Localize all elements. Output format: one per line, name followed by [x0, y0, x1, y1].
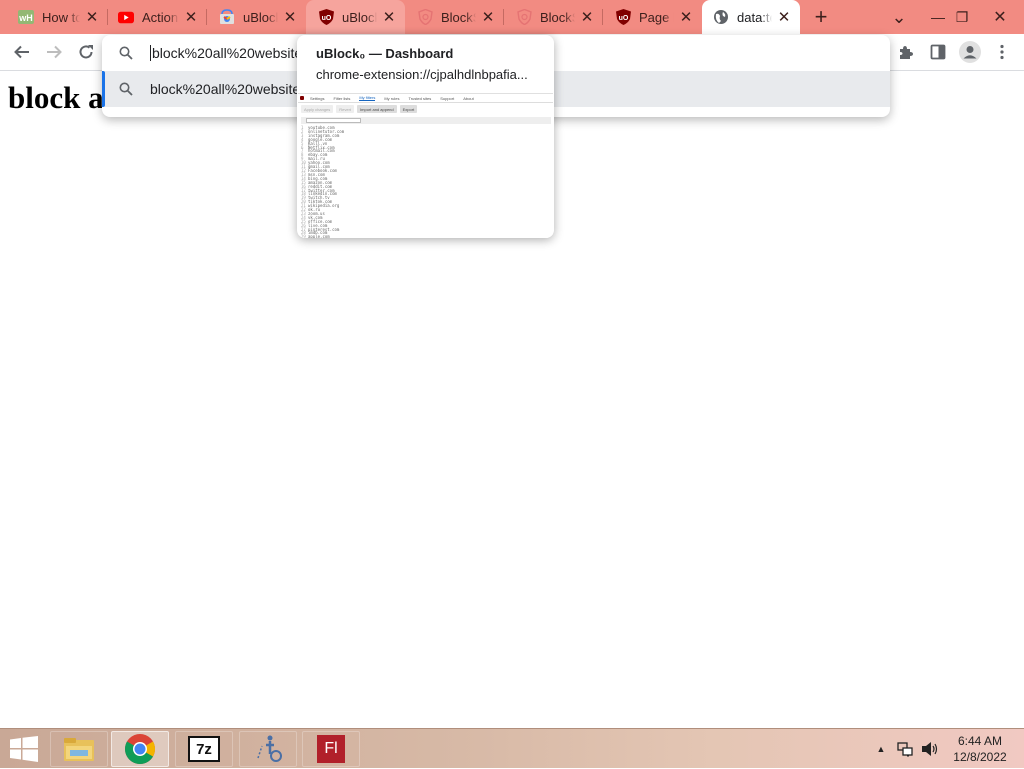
search-icon [102, 46, 150, 60]
blocksite-icon [417, 9, 433, 25]
back-arrow-icon [14, 45, 29, 59]
close-tab-icon[interactable]: ✕ [480, 9, 496, 26]
chrome-icon [124, 734, 156, 765]
close-tab-icon[interactable]: ✕ [84, 9, 100, 26]
tab-title: Page b [639, 9, 674, 25]
taskbar-flash[interactable]: Fl [302, 731, 360, 767]
tab-blocksite-2[interactable]: BlockS ✕ [504, 0, 603, 34]
tray-expand-icon[interactable]: ▲ [874, 729, 888, 769]
close-tab-icon[interactable]: ✕ [282, 9, 298, 26]
reload-button[interactable] [72, 38, 100, 66]
new-tab-button[interactable]: + [808, 4, 834, 30]
side-panel-icon[interactable] [925, 39, 951, 65]
blocksite-icon [516, 9, 532, 25]
tab-title: BlockS [441, 9, 476, 25]
extensions-icon[interactable] [893, 39, 919, 65]
network-icon[interactable] [896, 729, 916, 769]
tab-ublock-dashboard[interactable]: uO uBlock ✕ [306, 0, 405, 34]
clock-time: 6:44 AM [957, 734, 1003, 748]
folder-icon [64, 738, 94, 761]
profile-avatar-icon[interactable] [957, 39, 983, 65]
tab-title: uBlock [243, 9, 278, 25]
svg-text:uO: uO [618, 15, 628, 22]
start-button[interactable] [0, 729, 48, 769]
tab-title: How to [42, 9, 80, 25]
forward-button[interactable] [40, 38, 68, 66]
taskbar-character-app[interactable] [239, 731, 297, 767]
preview-tab: My rules [384, 95, 400, 101]
flash-icon: Fl [317, 735, 345, 763]
restore-button[interactable]: ❐ [942, 0, 982, 34]
forward-arrow-icon [47, 45, 62, 59]
tab-title: uBlock [342, 9, 377, 25]
hover-card-url: chrome-extension://cjpalhdlnbpafia... [316, 67, 528, 82]
character-app-icon [257, 735, 282, 762]
svg-text:wH: wH [18, 13, 33, 23]
preview-tabs: Settings Filter lists My filters My rule… [298, 94, 553, 103]
close-tab-icon[interactable]: ✕ [183, 9, 199, 26]
preview-tab: Filter lists [333, 95, 351, 101]
close-tab-icon[interactable]: ✕ [678, 9, 694, 26]
tab-data-url[interactable]: data:te ✕ [702, 0, 800, 34]
taskbar-clock[interactable]: 6:44 AM 12/8/2022 [944, 733, 1016, 765]
close-tab-icon[interactable]: ✕ [381, 9, 397, 26]
tab-title: data:te [737, 9, 772, 25]
windows-logo-icon [10, 736, 38, 762]
tab-title: BlockS [540, 9, 575, 25]
preview-tab: Support [440, 95, 455, 101]
clock-date: 12/8/2022 [953, 750, 1007, 764]
taskbar-file-explorer[interactable] [50, 731, 108, 767]
preview-tab: Settings [310, 95, 325, 101]
reload-icon [79, 45, 93, 59]
preview-button: Apply changes [301, 105, 334, 113]
ublock-logo-icon [300, 96, 304, 100]
tab-title: Action [142, 9, 179, 25]
tab-hover-card: uBlock₀ — Dashboard chrome-extension://c… [297, 35, 554, 238]
ublock-icon: uO [318, 9, 334, 25]
preview-button: Revert [336, 105, 355, 113]
tab-blocksite-1[interactable]: BlockS ✕ [405, 0, 504, 34]
close-tab-icon[interactable]: ✕ [776, 9, 792, 26]
tab-page-blocked[interactable]: uO Page b ✕ [603, 0, 702, 34]
chrome-webstore-icon [219, 9, 235, 25]
back-button[interactable] [8, 38, 36, 66]
hover-card-preview: Settings Filter lists My filters My rule… [298, 93, 553, 238]
preview-filter-line: 29 apple.com [301, 234, 330, 238]
taskbar-chrome[interactable] [111, 731, 169, 767]
taskbar-7zip[interactable]: 7z [175, 731, 233, 767]
text-cursor [150, 45, 151, 61]
preview-toolbar: Apply changes Revert Import and append E… [301, 105, 551, 114]
wikihow-icon: wH [18, 9, 34, 25]
preview-filter-list: 1 youtube.com 2 onlinetutor.com 3 instagram.c… [301, 126, 551, 238]
youtube-icon [118, 9, 134, 25]
preview-tab: My filters [359, 95, 376, 101]
volume-icon[interactable] [920, 729, 940, 769]
window-close-button[interactable]: ✕ [980, 0, 1020, 34]
search-icon [102, 82, 150, 96]
close-tab-icon[interactable]: ✕ [579, 9, 595, 26]
ublock-icon: uO [615, 9, 631, 25]
preview-tab: Trusted sites [408, 95, 432, 101]
omnibox-text: block%20all%20website [152, 45, 303, 61]
page-heading: block a [8, 80, 104, 115]
preview-tab: About [463, 95, 474, 101]
hover-card-title: uBlock₀ — Dashboard [316, 46, 454, 61]
tab-search-dropdown-icon[interactable]: ⌄ [879, 0, 919, 34]
tab-ublock-store[interactable]: uBlock ✕ [207, 0, 306, 34]
taskbar: 7z Fl ▲ 6:44 AM 12/8/2022 [0, 728, 1024, 768]
suggestion-text: block%20all%20website [150, 81, 301, 97]
svg-text:uO: uO [321, 15, 331, 22]
preview-search-bar [301, 117, 551, 124]
tab-how-to[interactable]: wH How to ✕ [0, 0, 108, 34]
tab-strip: wH How to ✕ Action ✕ uBlock ✕ uO uBlock … [0, 0, 1024, 34]
tab-youtube[interactable]: Action ✕ [108, 0, 207, 34]
globe-icon [713, 9, 729, 25]
7zip-icon: 7z [188, 736, 220, 762]
preview-button: Import and append [357, 105, 397, 113]
preview-button: Export [399, 105, 418, 113]
more-menu-icon[interactable] [989, 39, 1015, 65]
